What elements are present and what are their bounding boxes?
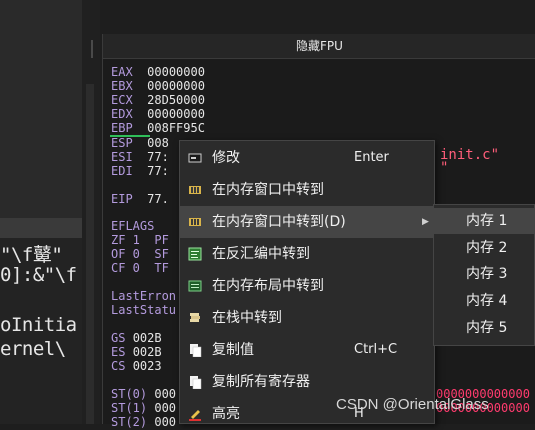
register-row-eax[interactable]: EAX 00000000 — [111, 66, 205, 79]
memory-window-submenu: 内存 1 内存 2 内存 3 内存 4 内存 5 — [433, 204, 535, 346]
submenu-item-memory-2[interactable]: 内存 2 — [434, 235, 534, 261]
last-error-row[interactable]: LastErron — [111, 290, 176, 303]
menu-item-copy-all-registers[interactable]: 复制所有寄存器 — [180, 366, 434, 398]
code-editor-background: "\f鼙" 0]:&"\f oInitia ernel\ — [0, 0, 82, 424]
copy-icon — [190, 344, 202, 357]
menu-item-goto-memory-map[interactable]: 在内存布局中转到 — [180, 270, 434, 302]
editor-current-line — [0, 218, 82, 238]
hide-fpu-toggle[interactable]: 隐藏FPU — [103, 34, 535, 59]
memory-map-icon — [188, 280, 202, 292]
highlight-icon — [189, 410, 201, 421]
flag-row[interactable]: OF 0 SF — [111, 248, 169, 261]
menu-item-modify[interactable]: 修改 Enter — [180, 142, 434, 174]
memory-icon — [189, 186, 201, 194]
register-row-ecx[interactable]: ECX 28D50000 — [111, 94, 205, 107]
splitter-grip[interactable] — [91, 40, 93, 58]
submenu-item-memory-3[interactable]: 内存 3 — [434, 261, 534, 287]
code-line: 0]:&"\f — [0, 264, 77, 286]
fpu-row-st1[interactable]: ST(1) 000 — [111, 402, 176, 415]
submenu-arrow-icon: ▶ — [422, 217, 429, 227]
string-literal: " — [440, 160, 449, 176]
register-row-edi[interactable]: EDI 77: — [111, 165, 169, 178]
register-row-gs[interactable]: GS 002B — [111, 332, 162, 345]
disassembly-icon — [188, 247, 202, 261]
menu-item-goto-memory-submenu[interactable]: 在内存窗口中转到(D) ▶ — [180, 206, 434, 238]
copy-icon — [190, 376, 202, 389]
eflags-label: EFLAGS — [111, 219, 155, 233]
menu-item-copy-value[interactable]: 复制值 Ctrl+C — [180, 334, 434, 366]
scrollbar-thumb[interactable] — [86, 84, 94, 424]
last-status-row[interactable]: LastStatu — [111, 304, 176, 317]
submenu-item-memory-4[interactable]: 内存 4 — [434, 288, 534, 314]
register-context-menu: 修改 Enter 在内存窗口中转到 在内存窗口中转到(D) ▶ 在反汇编中转到 — [179, 140, 435, 424]
register-row-edx[interactable]: EDX 00000000 — [111, 108, 205, 121]
code-line: "\f鼙" — [0, 244, 63, 266]
menu-item-goto-stack[interactable]: 在栈中转到 — [180, 302, 434, 334]
fpu-row-st0[interactable]: ST(0) 000 — [111, 388, 176, 401]
menu-item-goto-memory[interactable]: 在内存窗口中转到 — [180, 174, 434, 206]
code-line: ernel\ — [0, 338, 66, 360]
register-row-cs[interactable]: CS 0023 — [111, 360, 162, 373]
stack-icon — [190, 313, 200, 322]
register-row-ebx[interactable]: EBX 00000000 — [111, 80, 205, 93]
edit-icon — [188, 153, 202, 163]
menu-item-goto-disassembly[interactable]: 在反汇编中转到 — [180, 238, 434, 270]
code-line: oInitia — [0, 314, 77, 336]
panel-splitter[interactable] — [82, 0, 100, 424]
submenu-item-memory-5[interactable]: 内存 5 — [434, 315, 534, 341]
watermark-text: CSDN @OrientalGlass — [336, 396, 489, 413]
register-row-es[interactable]: ES 002B — [111, 346, 162, 359]
string-literal: init.c" — [440, 147, 500, 163]
register-row-esi[interactable]: ESI 77: — [111, 151, 169, 164]
editor-gutter — [0, 0, 82, 218]
register-row-ebp[interactable]: EBP 008FF95C — [111, 122, 205, 135]
register-row-eip[interactable]: EIP 77. — [111, 193, 169, 206]
submenu-item-memory-1[interactable]: 内存 1 — [434, 208, 534, 234]
flag-row[interactable]: ZF 1 PF — [111, 234, 169, 247]
register-row-esp[interactable]: ESP 008 — [111, 137, 169, 150]
fpu-row-st2[interactable]: ST(2) 000 — [111, 416, 176, 429]
flag-row[interactable]: CF 0 TF — [111, 262, 169, 275]
memory-icon — [189, 218, 201, 226]
